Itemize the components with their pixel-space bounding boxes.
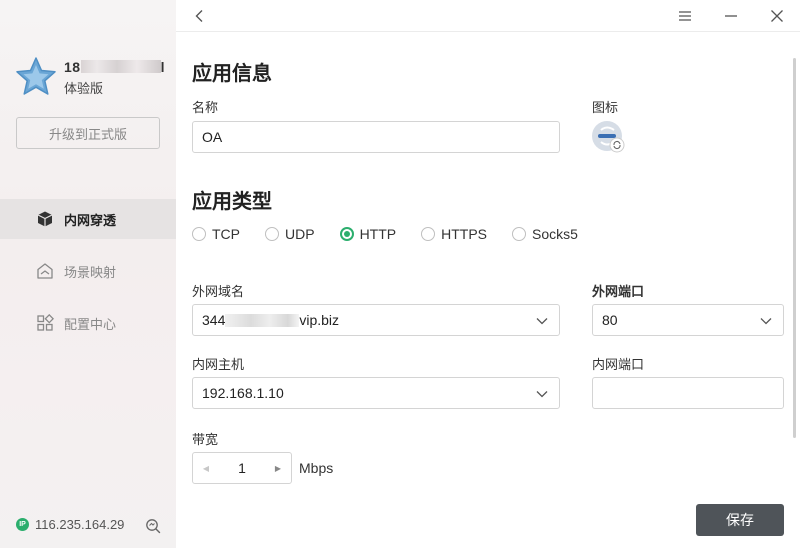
cube-icon: [36, 210, 54, 228]
sidebar-item-intranet-penetration[interactable]: 内网穿透: [0, 199, 176, 239]
increment-button[interactable]: ▶: [265, 453, 291, 483]
internal-port-input[interactable]: [592, 377, 784, 409]
minimize-icon[interactable]: [723, 8, 739, 24]
sidebar: 18 l 体验版 升级到正式版 内网穿透 场景映射 配置中心 IP 116.235…: [0, 0, 176, 548]
external-domain-select[interactable]: 344 vip.biz: [192, 304, 560, 336]
external-port-select[interactable]: 80: [592, 304, 784, 336]
grid-config-icon: [36, 314, 54, 332]
upgrade-button[interactable]: 升级到正式版: [16, 117, 160, 149]
chevron-down-icon: [536, 318, 548, 325]
app-icon[interactable]: [592, 121, 626, 155]
radio-udp[interactable]: UDP: [265, 226, 315, 242]
app-info-title: 应用信息: [192, 63, 272, 85]
chevron-down-icon: [760, 318, 772, 325]
bandwidth-value[interactable]: 1: [219, 460, 265, 476]
radio-button[interactable]: [421, 227, 436, 241]
scene-map-icon: [36, 262, 54, 280]
sidebar-item-label: 内网穿透: [64, 212, 117, 228]
main-panel: 应用信息 名称 OA 图标 应用类型 TCP UDP HTTP HTTPS So…: [176, 0, 800, 548]
internal-host-label: 内网主机: [192, 357, 245, 372]
radio-button[interactable]: [512, 227, 527, 241]
decrement-button[interactable]: ◀: [193, 453, 219, 483]
external-port-label: 外网端口: [592, 284, 645, 299]
search-ip-icon[interactable]: [145, 518, 161, 534]
radio-button[interactable]: [265, 227, 279, 241]
ip-badge-icon: IP: [16, 518, 29, 531]
radio-tcp[interactable]: TCP: [192, 226, 240, 242]
radio-https[interactable]: HTTPS: [421, 226, 487, 242]
sidebar-item-label: 场景映射: [64, 264, 117, 280]
ip-status: IP 116.235.164.29: [16, 517, 124, 532]
bandwidth-stepper[interactable]: ◀ 1 ▶: [192, 452, 292, 484]
scrollbar[interactable]: [793, 58, 796, 438]
title-bar: [176, 0, 800, 32]
sidebar-item-config-center[interactable]: 配置中心: [0, 303, 176, 343]
masked-text: [225, 313, 300, 327]
name-label: 名称: [192, 100, 219, 115]
app-type-title: 应用类型: [192, 191, 272, 213]
sidebar-item-label: 配置中心: [64, 316, 117, 332]
external-domain-label: 外网域名: [192, 284, 245, 299]
masked-text: [80, 60, 161, 73]
ip-address: 116.235.164.29: [35, 517, 125, 532]
user-name: 18 l: [64, 59, 165, 75]
menu-icon[interactable]: [677, 8, 693, 24]
internal-port-label: 内网端口: [592, 357, 645, 372]
internal-host-select[interactable]: 192.168.1.10: [192, 377, 560, 409]
sidebar-item-scene-mapping[interactable]: 场景映射: [0, 251, 176, 291]
radio-button[interactable]: [192, 227, 206, 241]
close-icon[interactable]: [769, 8, 785, 24]
bandwidth-unit: Mbps: [299, 460, 334, 476]
chevron-down-icon: [536, 391, 548, 398]
bandwidth-label: 带宽: [192, 432, 219, 447]
name-input[interactable]: OA: [192, 121, 560, 153]
radio-socks5[interactable]: Socks5: [512, 226, 578, 242]
app-type-radio-group: TCP UDP HTTP HTTPS Socks5: [192, 226, 603, 242]
save-button[interactable]: 保存: [696, 504, 784, 536]
user-plan: 体验版: [64, 81, 104, 96]
radio-http[interactable]: HTTP: [339, 226, 396, 242]
back-arrow-icon[interactable]: [192, 8, 208, 24]
radio-button-checked[interactable]: [339, 227, 354, 241]
star-avatar-icon: [16, 57, 56, 95]
icon-label: 图标: [592, 100, 619, 115]
